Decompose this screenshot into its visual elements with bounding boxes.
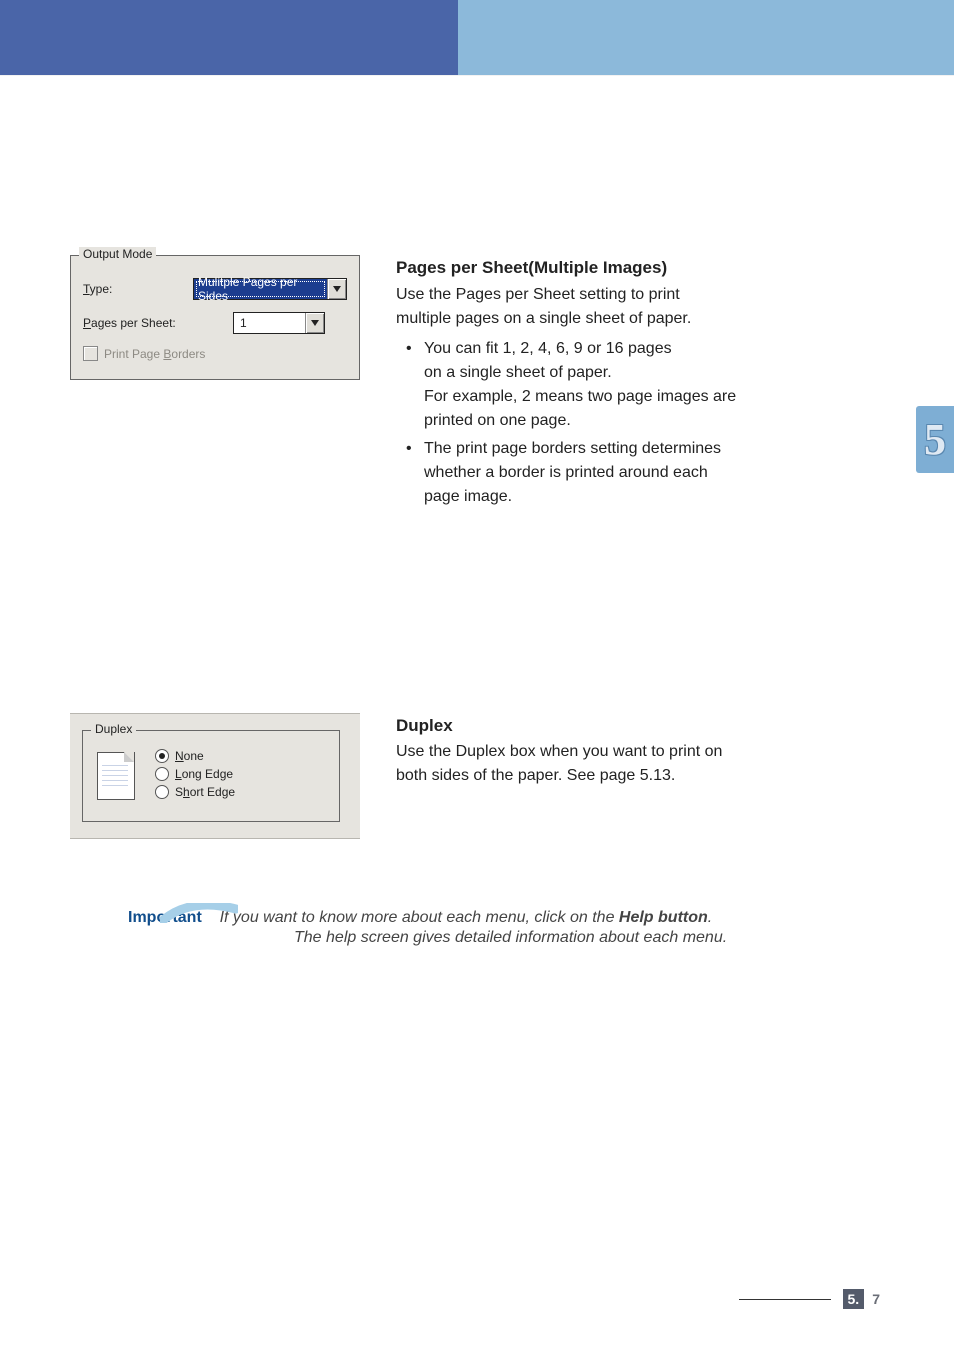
bullet-item: The print page borders setting determine… — [424, 437, 884, 509]
swoosh-icon — [160, 903, 238, 923]
duplex-long-edge-label: Long Edge — [175, 767, 233, 781]
print-page-borders-label: Print Page Borders — [104, 347, 205, 361]
duplex-none-radio[interactable] — [155, 749, 169, 763]
chevron-down-icon[interactable] — [327, 279, 346, 299]
type-label: Type: — [83, 282, 193, 296]
chevron-down-icon[interactable] — [305, 313, 324, 333]
print-page-borders-row: Print Page Borders — [83, 346, 347, 361]
pages-per-sheet-description: Pages per Sheet(Multiple Images) Use the… — [396, 255, 884, 513]
output-mode-groupbox: Output Mode Type: Mulitple Pages per Sid… — [70, 255, 360, 380]
duplex-short-edge-radio[interactable] — [155, 785, 169, 799]
pages-per-sheet-heading: Pages per Sheet(Multiple Images) — [396, 255, 884, 281]
output-mode-legend: Output Mode — [79, 247, 156, 261]
duplex-description: Duplex Use the Duplex box when you want … — [396, 713, 884, 789]
bullet-item: You can fit 1, 2, 4, 6, 9 or 16 pages on… — [424, 337, 884, 433]
header-band — [0, 0, 954, 75]
duplex-legend: Duplex — [91, 722, 136, 736]
type-dropdown-value: Mulitple Pages per Sides — [194, 279, 327, 299]
page-footer: 5.7 — [739, 1289, 880, 1309]
footer-rule — [739, 1299, 831, 1300]
duplex-heading: Duplex — [396, 713, 884, 739]
pages-per-sheet-value: 1 — [234, 313, 305, 333]
section-duplex: Duplex None — [70, 713, 884, 839]
page-number-minor: 7 — [872, 1291, 880, 1307]
duplex-long-edge-radio[interactable] — [155, 767, 169, 781]
duplex-groupbox: Duplex None — [82, 730, 340, 822]
important-note: Important If you want to know more about… — [70, 909, 884, 947]
duplex-short-edge-label: Short Edge — [175, 785, 235, 799]
duplex-panel-wrap: Duplex None — [70, 713, 360, 839]
pages-per-sheet-dropdown[interactable]: 1 — [233, 312, 325, 334]
pages-per-sheet-label: Pages per Sheet: — [83, 316, 233, 330]
section-pages-per-sheet: Output Mode Type: Mulitple Pages per Sid… — [70, 255, 884, 513]
header-accent — [0, 0, 458, 75]
type-dropdown[interactable]: Mulitple Pages per Sides — [193, 278, 347, 300]
duplex-none-label: None — [175, 749, 204, 763]
print-page-borders-checkbox[interactable] — [83, 346, 98, 361]
page-icon — [95, 749, 137, 801]
page-number-major: 5. — [843, 1289, 865, 1309]
